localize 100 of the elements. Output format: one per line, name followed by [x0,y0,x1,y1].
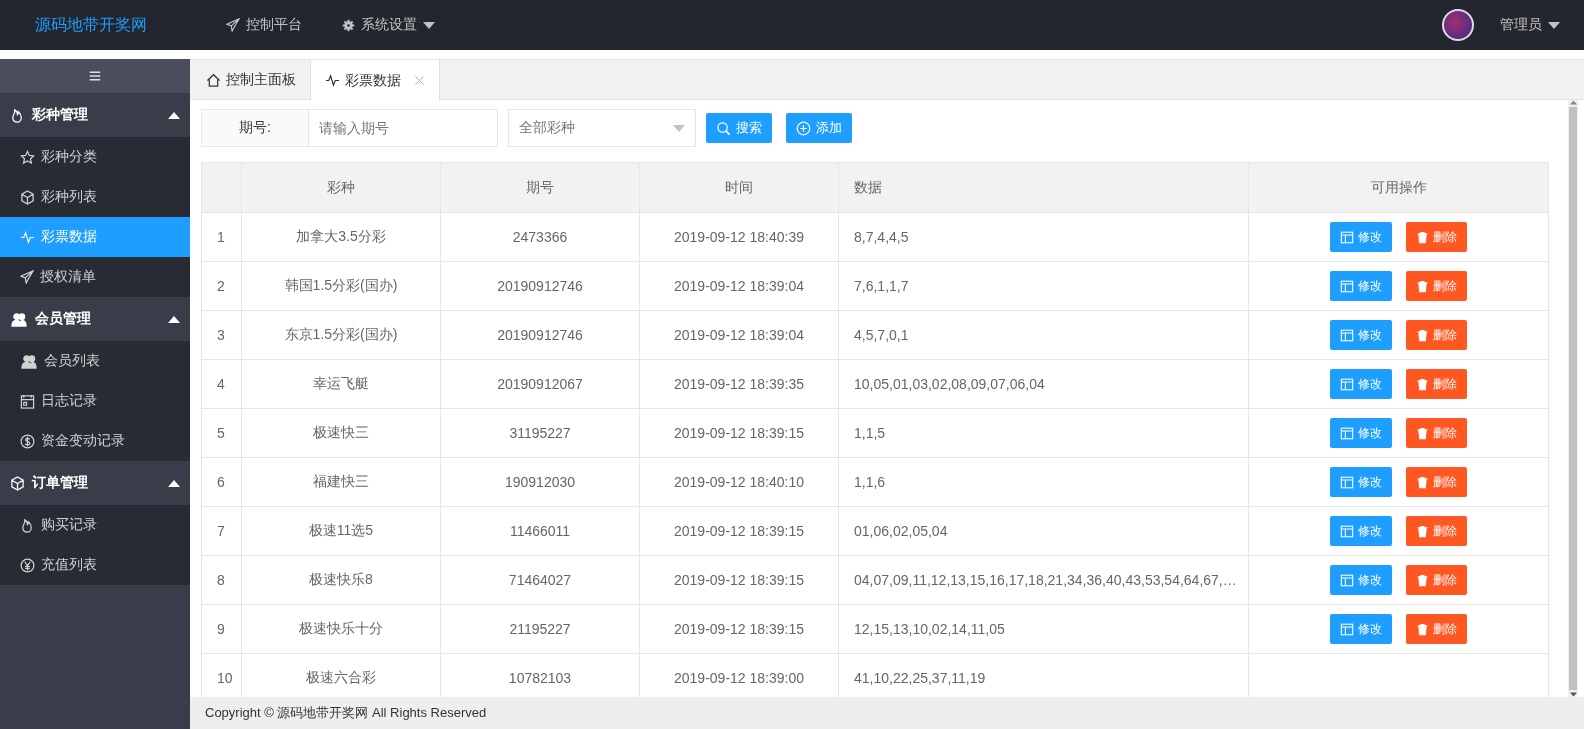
sidebar-item[interactable]: 充值列表 [0,545,190,585]
edit-button[interactable]: 修改 [1330,271,1392,301]
edit-button[interactable]: 修改 [1330,222,1392,252]
table-cell: 21195227 [440,604,640,654]
table-cell: 极速快乐十分 [241,604,441,654]
cube-icon [20,189,35,205]
edit-button[interactable]: 修改 [1330,565,1392,595]
delete-button[interactable]: 删除 [1406,222,1467,252]
table-cell: 10,05,01,03,02,08,09,07,06,04 [838,359,1249,409]
edit-button[interactable]: 修改 [1330,516,1392,546]
delete-button[interactable]: 删除 [1406,467,1467,497]
scrollbar[interactable] [1568,100,1578,697]
delete-button[interactable]: 删除 [1406,320,1467,350]
settings-icon [342,18,355,32]
window-icon [1340,328,1354,342]
window-icon [1340,426,1354,440]
users-icon [20,353,38,369]
delete-button[interactable]: 删除 [1406,516,1467,546]
sidebar-item[interactable]: 资金变动记录 [0,421,190,461]
table-cell: 极速11选5 [241,506,441,556]
delete-button[interactable]: 删除 [1406,565,1467,595]
home-icon [206,72,221,88]
edit-button[interactable]: 修改 [1330,418,1392,448]
row-number: 6 [201,457,242,507]
trash-icon [1416,230,1429,244]
trash-icon [1416,377,1429,391]
table-cell: 8,7,4,4,5 [838,212,1249,262]
search-button[interactable]: 搜索 [706,113,772,143]
users-icon [10,311,28,327]
window-icon [1340,279,1354,293]
cube-icon [10,475,25,491]
table-cell: 极速快三 [241,408,441,458]
sidebar-item[interactable]: 日志记录 [0,381,190,421]
avatar-icon [1442,9,1474,41]
row-number: 4 [201,359,242,409]
window-icon [1340,524,1354,538]
table-cell: 东京1.5分彩(国办) [241,310,441,360]
delete-button[interactable]: 删除 [1406,271,1467,301]
table-cell: 2019-09-12 18:39:04 [639,310,839,360]
column-header: 彩种 [241,162,441,213]
window-icon [1340,475,1354,489]
window-icon [1340,377,1354,391]
send-icon [20,270,34,284]
trash-icon [1416,622,1429,636]
table-cell: 2019-09-12 18:39:15 [639,555,839,605]
table-cell: 加拿大3.5分彩 [241,212,441,262]
pulse-icon [20,229,35,245]
table-cell: 1,1,5 [838,408,1249,458]
table-cell: 2473366 [440,212,640,262]
edit-button[interactable]: 修改 [1330,320,1392,350]
table-cell: 01,06,02,05,04 [838,506,1249,556]
nav-link[interactable]: 控制平台 [210,0,318,50]
menu-button[interactable] [88,70,102,82]
dollar-icon [20,433,35,449]
user-menu[interactable]: 管理员 [1484,0,1576,50]
table-cell: 2019-09-12 18:40:10 [639,457,839,507]
edit-button[interactable]: 修改 [1330,467,1392,497]
column-header: 时间 [639,162,839,213]
trash-icon [1416,426,1429,440]
sidebar-item[interactable]: 会员列表 [0,341,190,381]
table-cell: 2019-09-12 18:39:15 [639,408,839,458]
add-button[interactable]: 添加 [786,113,852,143]
table-cell: 20190912746 [440,310,640,360]
delete-button[interactable]: 删除 [1406,369,1467,399]
row-number: 3 [201,310,242,360]
tab[interactable]: 控制主面板 [192,60,310,100]
delete-button[interactable]: 删除 [1406,614,1467,644]
table-cell: 1,1,6 [838,457,1249,507]
tab[interactable]: 彩票数据 [310,60,440,101]
sidebar-item[interactable]: 彩种分类 [0,137,190,177]
site-logo[interactable]: 源码地带开奖网 [0,14,186,36]
edit-button[interactable]: 修改 [1330,614,1392,644]
sidebar-item[interactable]: 授权清单 [0,257,190,297]
sidebar-item[interactable]: 购买记录 [0,505,190,545]
row-number: 8 [201,555,242,605]
table-cell: 20190912067 [440,359,640,409]
sidebar-item[interactable]: 彩票数据 [0,217,190,257]
table-cell: 71464027 [440,555,640,605]
column-header: 数据 [838,162,1249,213]
lottery-select[interactable]: 全部彩种 [508,109,696,147]
edit-button[interactable]: 修改 [1330,369,1392,399]
window-icon [1340,622,1354,636]
delete-button[interactable]: 删除 [1406,418,1467,448]
table-cell: 11466011 [440,506,640,556]
footer-text: Copyright © 源码地带开奖网 All Rights Reserved [190,697,1584,729]
column-header: 期号 [440,162,640,213]
nav-link[interactable]: 系统设置 [326,0,451,50]
sidebar-item[interactable]: 彩种列表 [0,177,190,217]
trash-icon [1416,524,1429,538]
trash-icon [1416,573,1429,587]
flame-icon [20,517,35,533]
table-cell: 31195227 [440,408,640,458]
table-cell: 20190912746 [440,261,640,311]
caret-icon [673,124,685,132]
trash-icon [1416,279,1429,293]
search-icon [716,120,731,136]
issue-input[interactable]: 请输入期号 [309,109,498,147]
table-cell: 4,5,7,0,1 [838,310,1249,360]
table-cell: 幸运飞艇 [241,359,441,409]
table-cell: 7,6,1,1,7 [838,261,1249,311]
